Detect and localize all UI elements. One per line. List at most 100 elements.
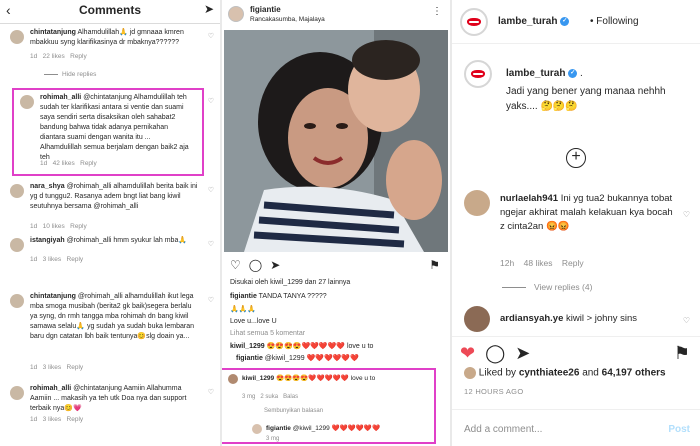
heart-icon[interactable]: ♡ [208,97,214,105]
avatar[interactable] [228,6,244,22]
post-photo[interactable] [224,30,448,252]
more-options-icon[interactable]: ⋮ [432,6,442,17]
comment-text: @chintatanjung Alhamdulillah teh sudah t… [40,94,189,161]
hide-replies-button[interactable]: Sembunyikan balasan [264,406,323,416]
avatar[interactable] [464,190,490,216]
heart-icon[interactable]: ♡ [683,316,690,325]
post-username[interactable]: lambe_turah [498,16,557,27]
comment-time: 1d [30,416,38,423]
heart-icon[interactable]: ♡ [208,296,214,304]
heart-icon[interactable]: ♡ [208,240,214,248]
avatar[interactable] [20,95,34,109]
heart-icon[interactable]: ♡ [683,210,690,219]
heart-icon[interactable]: ♡ [208,186,214,194]
comment-user[interactable]: istangiyah [30,237,65,244]
desktop-post-panel: lambe_turah ✓ • Following lambe_turah ✓ … [452,0,700,446]
reply-button[interactable]: Reply [67,256,84,263]
heart-filled-icon[interactable]: ❤ [460,343,475,363]
reply-button[interactable]: Reply [70,223,87,230]
lips-logo-icon [471,70,485,78]
comment-time: 12h [500,258,515,268]
liked-by-count[interactable]: 64,197 others [602,368,666,379]
comment-user[interactable]: figiantie [236,355,263,362]
comment-user[interactable]: rohimah_alli [30,385,71,392]
avatar[interactable] [10,184,24,198]
reply-button[interactable]: Reply [80,160,97,167]
avatar[interactable] [252,424,262,434]
caption-text: Jadi yang bener yang manaa nehhh yaks...… [506,86,666,112]
bookmark-icon[interactable]: ⚑ [429,258,440,272]
avatar[interactable] [464,367,476,379]
reply-button[interactable]: Reply [70,53,87,60]
comment-text: 😍😍😍😍❤️❤️❤️❤️❤️ love u to [275,375,376,382]
liked-by-user[interactable]: cynthiatee26 [519,368,580,379]
avatar[interactable] [10,386,24,400]
comment-time: 3 mg [242,394,256,400]
comments-header: ‹ Comments ➤ [0,0,220,24]
comment-user[interactable]: rohimah_alli [40,94,81,101]
reply-button[interactable]: Reply [67,416,84,423]
avatar[interactable] [10,238,24,252]
reply-button[interactable]: Reply [67,364,84,371]
post-actions: ♡ ◯ ➤ [230,258,288,272]
comment-user[interactable]: chintatanjung [30,29,76,36]
comment-likes[interactable]: 2 suka [260,394,278,400]
post-location[interactable]: Rancakasumba, Majalaya [250,16,325,23]
heart-icon[interactable]: ♡ [208,32,214,40]
view-replies-button[interactable]: View replies (4) [534,282,592,292]
comment-likes[interactable]: 22 likes [43,53,65,60]
comment-user[interactable]: kiwil_1299 [230,343,265,350]
comment-text: @rohimah_alli hmm syukur lah mba🙏 [66,237,188,244]
heart-icon[interactable]: ♡ [230,258,241,272]
comment-likes[interactable]: 42 likes [53,160,75,167]
comment-icon[interactable]: ◯ [249,258,262,272]
comment-likes[interactable]: 3 likes [43,256,61,263]
caption-user[interactable]: figiantie [230,293,257,300]
comments-panel: ‹ Comments ➤ chintatanjung Alhamdulillah… [0,0,220,446]
comment-likes[interactable]: 48 likes [524,258,553,268]
comment-likes[interactable]: 3 likes [43,364,61,371]
view-all-comments[interactable]: Lihat semua 5 komentar [230,329,305,339]
caption-user[interactable]: lambe_turah [506,68,565,79]
comment-user[interactable]: nurlaelah941 [500,193,558,204]
post-username[interactable]: figiantie [250,5,281,14]
comment-likes[interactable]: 3 likes [43,416,61,423]
comment-icon[interactable]: ◯ [485,343,505,363]
reply-button[interactable]: Reply [562,258,584,268]
selfie-illustration [224,30,448,252]
comment-likes[interactable]: 10 likes [43,223,65,230]
post-button[interactable]: Post [668,424,690,435]
add-comment-input[interactable]: Add a comment... [464,424,542,435]
comment-text: @kiwil_1299 ❤️❤️❤️❤️❤️❤️ [264,355,359,362]
avatar[interactable] [464,60,492,88]
comment-user[interactable]: kiwil_1299 [242,375,274,382]
caption-emojis: 🙏🙏🙏 [230,306,257,313]
heart-icon[interactable]: ♡ [208,388,214,396]
avatar[interactable] [464,306,490,332]
comment-user[interactable]: nara_shya [30,183,65,190]
comment-time: 1d [40,160,48,167]
avatar[interactable] [460,8,488,36]
load-more-comments-icon[interactable]: + [566,148,586,168]
reply-button[interactable]: Balas [283,394,298,400]
comment-user[interactable]: chintatanjung [30,293,76,300]
avatar[interactable] [228,374,238,384]
post-header: lambe_turah ✓ • Following [452,0,700,44]
hide-replies-button[interactable]: Hide replies [44,71,96,78]
post-header: figiantie Rancakasumba, Majalaya ⋮ [222,0,450,28]
liked-by[interactable]: Disukai oleh kiwil_1299 dan 27 lainnya [230,278,350,288]
share-icon[interactable]: ➤ [270,258,280,272]
caption-love: Love u...love U [230,318,277,325]
comment-text: @kiwil_1299 ❤️❤️❤️❤️❤️❤️ [292,425,381,432]
comment-user[interactable]: figiantie [266,425,291,432]
comment-time: 1d [30,256,38,263]
lips-logo-icon [467,18,481,26]
bookmark-icon[interactable]: ⚑ [674,343,690,364]
send-icon[interactable]: ➤ [204,2,214,16]
following-button[interactable]: Following [596,16,638,27]
avatar[interactable] [10,294,24,308]
comment-user[interactable]: ardiansyah.ye [500,313,563,324]
share-icon[interactable]: ➤ [515,343,530,363]
post-time[interactable]: 12 HOURS AGO [464,387,523,396]
avatar[interactable] [10,30,24,44]
